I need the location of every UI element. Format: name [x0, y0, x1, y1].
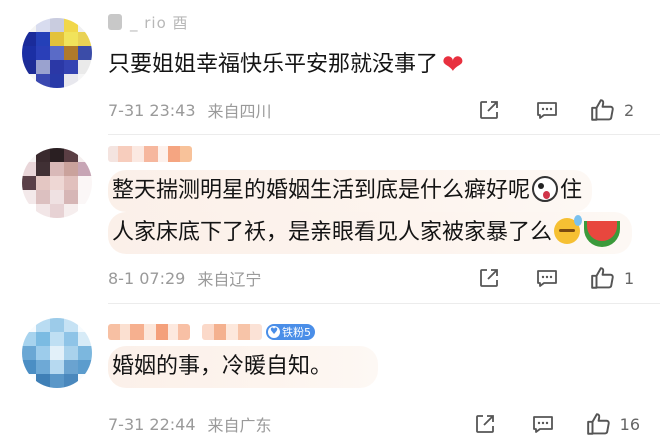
comment-list: _ rio 酉 只要姐姐幸福快乐平安那就没事了 ❤ 7-31 23:43 来自四川… — [0, 0, 660, 440]
username-blur — [202, 324, 262, 340]
thumbs-up-icon — [591, 267, 614, 289]
comment-body-line1: 整天揣测明星的婚姻生活到底是什么癖好呢 — [112, 178, 531, 203]
comment-icon — [532, 416, 553, 433]
share-button[interactable] — [474, 96, 504, 124]
comment-highlight: 人家床底下了袄，是亲眼看见人家被家暴了么 — [108, 212, 633, 254]
heart-icon: ♥ — [268, 326, 280, 338]
share-button[interactable] — [474, 264, 504, 292]
comment-time: 7-31 22:44 — [108, 414, 196, 434]
username-blur — [108, 146, 192, 162]
comment-body: 婚姻的事，冷暖自知。 — [112, 354, 333, 379]
fan-badge-label: 铁粉5 — [282, 326, 311, 339]
comment-highlight: 婚姻的事，冷暖自知。 — [108, 346, 379, 388]
share-icon — [480, 269, 498, 287]
comment-location: 来自广东 — [207, 416, 272, 435]
like-button[interactable] — [588, 96, 618, 124]
username[interactable]: _ rio 酉 — [108, 12, 189, 32]
sweat-smile-icon — [554, 215, 583, 244]
like-count: 2 — [624, 100, 635, 120]
comment-actions: 1 — [474, 264, 640, 292]
comment-time: 8-1 07:29 — [108, 268, 186, 288]
comment-time: 7-31 23:43 — [108, 100, 196, 120]
comment-icon — [537, 102, 557, 119]
comment-item: 整天揣测明星的婚姻生活到底是什么癖好呢 住 人家床底下了袄，是亲眼看见人家被家暴了… — [0, 136, 660, 304]
comment-body-line1-end: 住 — [560, 178, 583, 203]
comment-body: 只要姐姐幸福快乐平安那就没事了 — [108, 52, 439, 77]
comment-text: 只要姐姐幸福快乐平安那就没事了 ❤ — [108, 46, 640, 84]
watermelon-icon — [584, 221, 621, 247]
like-button[interactable] — [588, 264, 618, 292]
avatar[interactable] — [22, 18, 92, 88]
comment-meta: 7-31 23:43 来自四川 2 — [108, 96, 640, 124]
comment-actions: 2 — [474, 96, 640, 124]
comment-highlight: 整天揣测明星的婚姻生活到底是什么癖好呢 住 — [108, 170, 593, 212]
comment-text: 婚姻的事，冷暖自知。 — [108, 346, 640, 388]
fan-badge: ♥ 铁粉5 — [266, 324, 315, 340]
comment-location: 来自四川 — [207, 102, 272, 121]
divider — [108, 134, 660, 135]
username-text: _ rio 酉 — [130, 13, 189, 32]
red-heart-icon: ❤ — [442, 50, 464, 80]
thumbs-up-icon — [591, 99, 614, 121]
comment-item: _ rio 酉 只要姐姐幸福快乐平安那就没事了 ❤ 7-31 23:43 来自四川… — [0, 0, 660, 136]
reply-button[interactable] — [532, 264, 562, 292]
share-button[interactable] — [470, 410, 500, 438]
comment-actions: 16 — [470, 410, 640, 438]
like-count: 1 — [624, 268, 635, 288]
share-icon — [475, 415, 494, 433]
avatar[interactable] — [22, 148, 92, 218]
username-blur — [108, 324, 190, 340]
reply-button[interactable] — [532, 96, 562, 124]
comment-text: 整天揣测明星的婚姻生活到底是什么癖好呢 住 人家床底下了袄，是亲眼看见人家被家暴了… — [108, 170, 640, 254]
comment-location: 来自辽宁 — [197, 270, 262, 289]
comment-meta: 8-1 07:29 来自辽宁 1 — [108, 264, 640, 292]
reply-button[interactable] — [528, 410, 558, 438]
username[interactable] — [108, 144, 192, 164]
share-icon — [480, 101, 498, 119]
comment-icon — [537, 270, 557, 287]
shocked-face-icon — [532, 176, 559, 202]
thumbs-up-icon — [586, 413, 610, 435]
like-button[interactable] — [584, 410, 614, 438]
like-count: 16 — [619, 414, 640, 434]
comment-item: ♥ 铁粉5 婚姻的事，冷暖自知。 7-31 22:44 来自广东 16 — [0, 304, 660, 440]
comment-body-line2: 人家床底下了袄，是亲眼看见人家被家暴了么 — [112, 220, 553, 245]
avatar[interactable] — [22, 318, 92, 388]
username[interactable]: ♥ 铁粉5 — [108, 322, 315, 342]
comment-meta: 7-31 22:44 来自广东 16 — [108, 410, 640, 438]
username-blur — [108, 14, 122, 30]
